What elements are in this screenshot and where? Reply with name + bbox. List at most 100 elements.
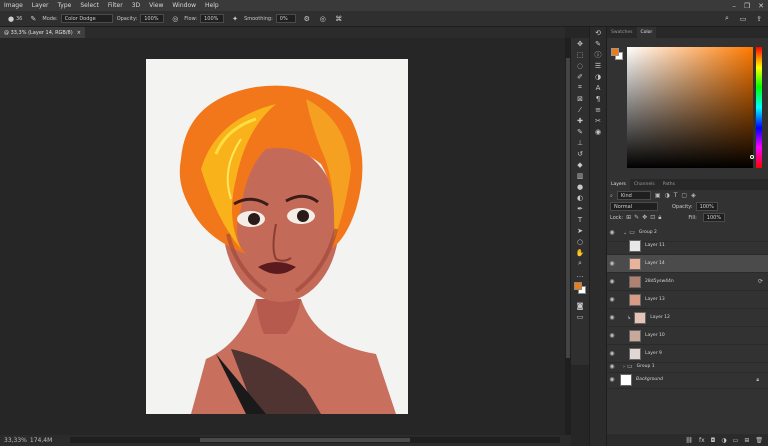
- document-tab[interactable]: @ 33,3% (Layer 14, RGB/8) ×: [0, 27, 85, 38]
- group-chevron-icon[interactable]: ⌄: [623, 230, 627, 236]
- brush-preset-icon[interactable]: ●: [6, 14, 16, 24]
- lock-move-icon[interactable]: ✥: [642, 214, 647, 221]
- tools-preset-icon[interactable]: ✂: [590, 115, 606, 126]
- layer-row-layer-12[interactable]: ◉ ↳ Layer 12: [607, 309, 768, 327]
- quick-select-tool-icon[interactable]: ✐: [571, 71, 589, 82]
- paragraph-icon[interactable]: ¶: [590, 93, 606, 104]
- visibility-eye-icon[interactable]: ◉: [607, 332, 617, 339]
- visibility-eye-icon[interactable]: ◉: [607, 350, 617, 357]
- color-picker-field[interactable]: [627, 47, 753, 168]
- menu-type[interactable]: Type: [54, 2, 77, 9]
- minimize-icon[interactable]: –: [732, 2, 736, 10]
- add-mask-icon[interactable]: ◘: [711, 437, 716, 444]
- properties-icon[interactable]: ☰: [590, 60, 606, 71]
- info-icon[interactable]: ⓘ: [590, 49, 606, 60]
- clone-stamp-tool-icon[interactable]: ⊥: [571, 137, 589, 148]
- document-canvas[interactable]: [146, 59, 408, 414]
- horizontal-scrollbar[interactable]: [70, 437, 560, 443]
- eraser-tool-icon[interactable]: ◆: [571, 159, 589, 170]
- brush-tool-icon[interactable]: ✎: [571, 126, 589, 137]
- filter-type-icon[interactable]: T: [674, 192, 678, 199]
- layer-row-layer-13[interactable]: ◉ Layer 13: [607, 291, 768, 309]
- visibility-eye-icon[interactable]: ◉: [607, 260, 617, 267]
- visibility-eye-icon[interactable]: ◉: [607, 363, 617, 370]
- layer-row-background[interactable]: ◉ Background 🔒︎: [607, 371, 768, 389]
- zoom-tool-icon[interactable]: ⌕: [571, 258, 589, 269]
- pressure-opacity-icon[interactable]: ◎: [170, 14, 180, 24]
- fx-icon[interactable]: fx: [699, 437, 705, 444]
- path-select-tool-icon[interactable]: ➤: [571, 225, 589, 236]
- brush-settings-icon[interactable]: ✎: [28, 14, 38, 24]
- fg-swatch[interactable]: [611, 48, 619, 56]
- more-tools-icon[interactable]: …: [571, 269, 589, 280]
- link-layers-icon[interactable]: ⛓: [685, 437, 693, 444]
- eyedropper-tool-icon[interactable]: ⁄: [571, 104, 589, 115]
- pressure-size-icon[interactable]: ◎: [318, 14, 328, 24]
- brushes-icon[interactable]: ✎: [590, 38, 606, 49]
- foreground-color-swatch[interactable]: [574, 282, 582, 290]
- screen-mode-icon[interactable]: ▭: [571, 311, 589, 322]
- lasso-tool-icon[interactable]: ◌: [571, 60, 589, 71]
- filter-smart-icon[interactable]: ◈: [691, 192, 696, 199]
- marquee-tool-icon[interactable]: ⬚: [571, 49, 589, 60]
- new-group-icon[interactable]: ▭: [733, 437, 739, 444]
- lock-paint-icon[interactable]: ✎: [634, 214, 639, 221]
- blend-mode-select[interactable]: Normal: [610, 202, 658, 211]
- tab-layers[interactable]: Layers: [607, 179, 630, 190]
- visibility-eye-icon[interactable]: ◉: [607, 229, 617, 236]
- trash-icon[interactable]: 🗑︎: [755, 437, 763, 444]
- menu-image[interactable]: Image: [0, 2, 28, 9]
- layer-row-layer-11[interactable]: Layer 11: [607, 237, 768, 255]
- flow-field[interactable]: 100%: [200, 14, 225, 23]
- workspace-icon[interactable]: ▭: [738, 14, 748, 24]
- filter-shape-icon[interactable]: ▢: [681, 192, 687, 199]
- horizontal-scroll-thumb[interactable]: [200, 438, 410, 442]
- menu-filter[interactable]: Filter: [104, 2, 128, 9]
- tab-paths[interactable]: Paths: [659, 179, 679, 190]
- visibility-eye-icon[interactable]: ◉: [607, 376, 617, 383]
- blur-tool-icon[interactable]: ●: [571, 181, 589, 192]
- smoothing-field[interactable]: 0%: [275, 14, 296, 23]
- symmetry-icon[interactable]: ⌘: [334, 14, 344, 24]
- opacity-field[interactable]: 100%: [140, 14, 165, 23]
- shape-tool-icon[interactable]: ○: [571, 236, 589, 247]
- healing-brush-tool-icon[interactable]: ✚: [571, 115, 589, 126]
- close-icon[interactable]: ✕: [758, 2, 764, 10]
- vertical-scroll-thumb[interactable]: [566, 58, 570, 358]
- adjustment-layer-icon[interactable]: ◑: [721, 437, 726, 444]
- hand-tool-icon[interactable]: ✋: [571, 247, 589, 258]
- tab-color[interactable]: Color: [636, 27, 657, 38]
- tab-swatches[interactable]: Swatches: [607, 27, 637, 38]
- restore-icon[interactable]: ❐: [744, 2, 750, 10]
- pen-tool-icon[interactable]: ✒: [571, 203, 589, 214]
- glyphs-icon[interactable]: ≡: [590, 104, 606, 115]
- filter-pixel-icon[interactable]: ▣: [655, 192, 661, 199]
- character-icon[interactable]: A: [590, 82, 606, 93]
- quick-mask-icon[interactable]: ◙: [571, 300, 589, 311]
- search-icon[interactable]: ⌕: [722, 14, 732, 24]
- mode-select[interactable]: Color Dodge: [60, 14, 113, 23]
- move-tool-icon[interactable]: ✥: [571, 38, 589, 49]
- dodge-tool-icon[interactable]: ◐: [571, 192, 589, 203]
- tab-close-icon[interactable]: ×: [77, 30, 81, 36]
- airbrush-icon[interactable]: ✦: [230, 14, 240, 24]
- group-chevron-icon[interactable]: ›: [623, 364, 625, 370]
- frame-tool-icon[interactable]: ⊠: [571, 93, 589, 104]
- color-swatches[interactable]: [571, 280, 589, 300]
- zoom-readout[interactable]: 33,33%: [4, 437, 27, 444]
- filter-kind-select[interactable]: Kind: [616, 191, 651, 200]
- menu-3d[interactable]: 3D: [128, 2, 145, 9]
- hue-slider[interactable]: [756, 47, 762, 168]
- gradient-tool-icon[interactable]: ▥: [571, 170, 589, 181]
- crop-tool-icon[interactable]: ⌗: [571, 82, 589, 93]
- share-icon[interactable]: ⇪: [754, 14, 764, 24]
- menu-select[interactable]: Select: [76, 2, 104, 9]
- menu-layer[interactable]: Layer: [28, 2, 54, 9]
- adjustments-icon[interactable]: ◑: [590, 71, 606, 82]
- menu-view[interactable]: View: [145, 2, 168, 9]
- lock-pixels-icon[interactable]: ⊞: [626, 214, 631, 221]
- layer-row-28d5ysw44n[interactable]: ◉ 28d5ysw44n ⟳: [607, 273, 768, 291]
- gear-icon[interactable]: ⚙: [302, 14, 312, 24]
- visibility-eye-icon[interactable]: ◉: [607, 278, 617, 285]
- visibility-eye-icon[interactable]: ◉: [607, 314, 617, 321]
